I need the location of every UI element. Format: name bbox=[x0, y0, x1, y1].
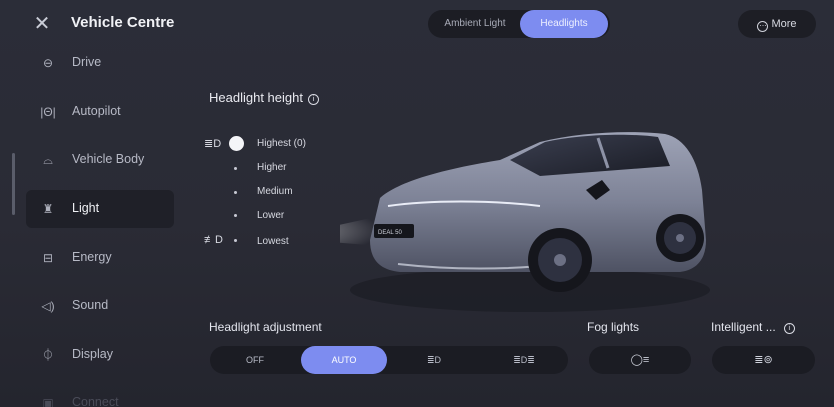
info-icon[interactable]: i bbox=[307, 94, 319, 105]
sidebar-item-sound[interactable]: ◁) Sound bbox=[26, 287, 174, 325]
level-highest[interactable]: Highest (0) bbox=[257, 138, 306, 149]
sidebar-item-label: Vehicle Body bbox=[72, 152, 145, 166]
autopilot-icon: |Θ| bbox=[40, 105, 56, 119]
headlight-height-label: Headlight height bbox=[209, 90, 303, 105]
sidebar-item-label: Light bbox=[72, 201, 100, 215]
headlight-adjustment-selector: OFF AUTO ≣D ≣D≣ bbox=[210, 346, 568, 374]
energy-icon: ⊟ bbox=[42, 251, 54, 265]
sidebar-scrollbar[interactable] bbox=[12, 153, 15, 215]
tab-headlights[interactable]: Headlights bbox=[520, 10, 608, 38]
display-icon: ⏀ bbox=[41, 348, 54, 362]
adjustment-high-beam-button[interactable]: ≣D≣ bbox=[480, 346, 568, 374]
tab-ambient-light[interactable]: Ambient Light bbox=[430, 10, 520, 38]
light-icon: ♜ bbox=[42, 202, 54, 216]
more-button[interactable]: ⋯ More bbox=[738, 10, 816, 38]
sidebar-item-label: Connect bbox=[72, 395, 119, 407]
sidebar-item-connect[interactable]: ▣ Connect bbox=[26, 384, 174, 407]
sidebar-item-vehicle-body[interactable]: ⌓ Vehicle Body bbox=[26, 141, 174, 179]
sidebar-item-energy[interactable]: ⊟ Energy bbox=[26, 239, 174, 277]
sidebar-item-label: Sound bbox=[72, 298, 109, 312]
headlight-height-title: Headlight height i bbox=[209, 90, 319, 105]
fog-lights-label: Fog lights bbox=[587, 320, 640, 334]
intelligent-light-icon: ≣⊚ bbox=[754, 354, 773, 366]
sound-icon: ◁) bbox=[41, 299, 55, 313]
sidebar-item-label: Display bbox=[72, 347, 113, 361]
sidebar-item-label: Drive bbox=[72, 55, 102, 69]
info-icon[interactable]: i bbox=[783, 323, 795, 334]
sidebar: ⊖ Drive |Θ| Autopilot ⌓ Vehicle Body ♜ L… bbox=[24, 42, 176, 407]
height-step-dot[interactable] bbox=[234, 191, 237, 194]
headlight-adjustment-label: Headlight adjustment bbox=[209, 320, 322, 334]
level-medium[interactable]: Medium bbox=[257, 186, 293, 197]
sidebar-item-drive[interactable]: ⊖ Drive bbox=[26, 44, 174, 82]
vehicle-body-icon: ⌓ bbox=[43, 153, 53, 167]
sidebar-item-display[interactable]: ⏀ Display bbox=[26, 336, 174, 374]
light-mode-tabs: Ambient Light Headlights bbox=[428, 10, 610, 38]
level-lower[interactable]: Lower bbox=[257, 210, 284, 221]
fog-light-icon: ◯≡ bbox=[630, 354, 650, 366]
adjustment-off-button[interactable]: OFF bbox=[210, 346, 300, 374]
more-label: More bbox=[771, 18, 797, 30]
sidebar-item-autopilot[interactable]: |Θ| Autopilot bbox=[26, 93, 174, 131]
intelligent-lights-button[interactable]: ≣⊚ bbox=[712, 346, 815, 374]
car-illustration: DEAL 50 bbox=[340, 132, 710, 312]
level-higher[interactable]: Higher bbox=[257, 162, 286, 173]
sidebar-item-label: Autopilot bbox=[72, 104, 121, 118]
connect-icon: ▣ bbox=[42, 396, 54, 407]
intelligent-label-text: Intelligent ... bbox=[711, 320, 776, 334]
fog-lights-button[interactable]: ◯≡ bbox=[589, 346, 691, 374]
sidebar-item-light[interactable]: ♜ Light bbox=[26, 190, 174, 228]
adjustment-low-beam-button[interactable]: ≣D bbox=[390, 346, 478, 374]
drive-icon: ⊖ bbox=[42, 56, 54, 70]
height-slider-knob[interactable] bbox=[229, 136, 244, 151]
adjustment-auto-button[interactable]: AUTO bbox=[301, 346, 387, 374]
low-beam-icon: ≢D bbox=[204, 234, 223, 246]
page-title: Vehicle Centre bbox=[71, 14, 175, 31]
sidebar-item-label: Energy bbox=[72, 250, 112, 264]
intelligent-label: Intelligent ... i bbox=[711, 320, 795, 334]
high-beam-icon: ≣D bbox=[204, 138, 222, 150]
height-step-dot[interactable] bbox=[234, 214, 237, 217]
svg-text:DEAL 50: DEAL 50 bbox=[378, 230, 402, 236]
height-step-dot[interactable] bbox=[234, 239, 237, 242]
close-icon[interactable]: ✕ bbox=[30, 12, 54, 36]
more-icon: ⋯ bbox=[757, 21, 769, 32]
level-lowest[interactable]: Lowest bbox=[257, 236, 289, 247]
height-step-dot[interactable] bbox=[234, 167, 237, 170]
